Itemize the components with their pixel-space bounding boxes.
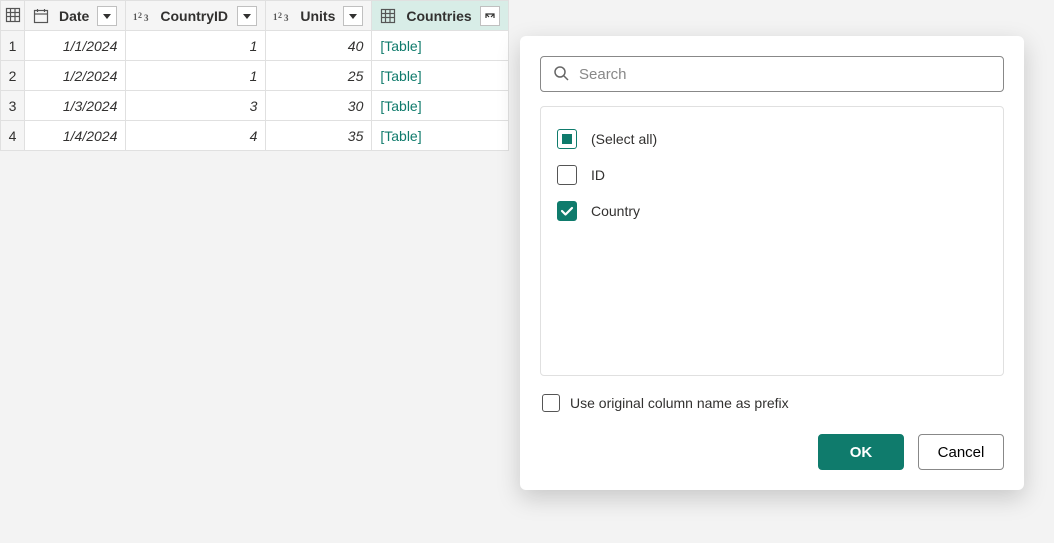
- cell-date[interactable]: 1/4/2024: [25, 121, 126, 151]
- table-row[interactable]: 11/1/2024140[Table]: [1, 31, 509, 61]
- cell-countryid[interactable]: 3: [126, 91, 266, 121]
- ok-button[interactable]: OK: [818, 434, 904, 470]
- checkbox[interactable]: [557, 165, 577, 185]
- cell-countryid[interactable]: 1: [126, 61, 266, 91]
- cell-countries[interactable]: [Table]: [372, 61, 508, 91]
- cell-countryid[interactable]: 1: [126, 31, 266, 61]
- column-option-label: (Select all): [591, 131, 657, 147]
- column-name: Units: [296, 8, 339, 24]
- dialog-buttons: OK Cancel: [540, 434, 1004, 470]
- table-icon: [378, 7, 398, 25]
- cell-countries[interactable]: [Table]: [372, 121, 508, 151]
- table-icon: [3, 6, 23, 24]
- cell-date[interactable]: 1/1/2024: [25, 31, 126, 61]
- prefix-label: Use original column name as prefix: [570, 395, 789, 411]
- column-name: CountryID: [156, 8, 233, 24]
- column-header-countries[interactable]: Countries: [372, 1, 508, 31]
- cell-date[interactable]: 1/3/2024: [25, 91, 126, 121]
- checkbox[interactable]: [557, 201, 577, 221]
- select-all-corner[interactable]: [1, 1, 25, 31]
- cell-countries[interactable]: [Table]: [372, 31, 508, 61]
- number-type-icon: [272, 7, 292, 25]
- table-row[interactable]: 31/3/2024330[Table]: [1, 91, 509, 121]
- column-option-label: Country: [591, 203, 640, 219]
- column-option-label: ID: [591, 167, 605, 183]
- row-number[interactable]: 4: [1, 121, 25, 151]
- filter-button-date[interactable]: [97, 6, 117, 26]
- row-number[interactable]: 1: [1, 31, 25, 61]
- checkbox[interactable]: [557, 129, 577, 149]
- filter-button-countryid[interactable]: [237, 6, 257, 26]
- cell-countries[interactable]: [Table]: [372, 91, 508, 121]
- cell-countryid[interactable]: 4: [126, 121, 266, 151]
- table-row[interactable]: 21/2/2024125[Table]: [1, 61, 509, 91]
- search-box[interactable]: [540, 56, 1004, 92]
- filter-button-units[interactable]: [343, 6, 363, 26]
- cell-units[interactable]: 30: [266, 91, 372, 121]
- column-select-list: (Select all) ID Country: [540, 106, 1004, 376]
- column-name: Countries: [402, 8, 475, 24]
- cell-units[interactable]: 25: [266, 61, 372, 91]
- search-input[interactable]: [579, 66, 991, 83]
- expand-button-countries[interactable]: [480, 6, 500, 26]
- expand-columns-popup: (Select all) ID Country Use original colum…: [520, 36, 1024, 490]
- cell-units[interactable]: 35: [266, 121, 372, 151]
- cell-units[interactable]: 40: [266, 31, 372, 61]
- column-header-units[interactable]: Units: [266, 1, 372, 31]
- column-header-countryid[interactable]: CountryID: [126, 1, 266, 31]
- cell-date[interactable]: 1/2/2024: [25, 61, 126, 91]
- row-number[interactable]: 2: [1, 61, 25, 91]
- cancel-button[interactable]: Cancel: [918, 434, 1004, 470]
- prefix-option-row[interactable]: Use original column name as prefix: [540, 394, 1004, 412]
- column-header-date[interactable]: Date: [25, 1, 126, 31]
- prefix-checkbox[interactable]: [542, 394, 560, 412]
- column-option[interactable]: ID: [557, 157, 987, 193]
- column-option[interactable]: (Select all): [557, 121, 987, 157]
- row-number[interactable]: 3: [1, 91, 25, 121]
- column-option[interactable]: Country: [557, 193, 987, 229]
- table-row[interactable]: 41/4/2024435[Table]: [1, 121, 509, 151]
- search-icon: [553, 65, 569, 84]
- column-name: Date: [55, 8, 93, 24]
- calendar-icon: [31, 7, 51, 25]
- number-type-icon: [132, 7, 152, 25]
